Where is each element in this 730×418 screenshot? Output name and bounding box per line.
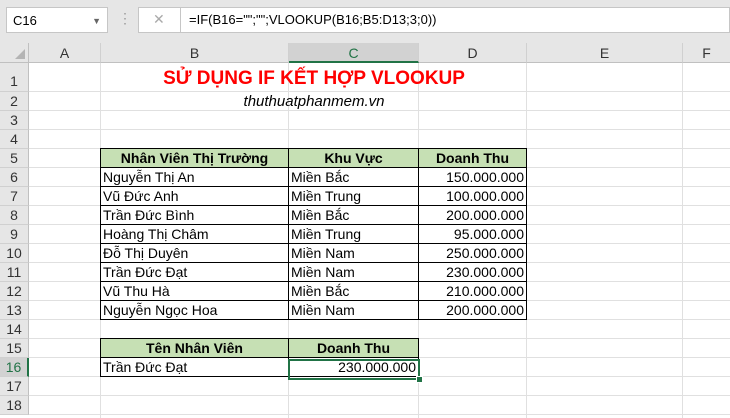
row-header-5[interactable]: 5 — [0, 149, 29, 168]
row-header-10[interactable]: 10 — [0, 244, 29, 263]
row-header-6[interactable]: 6 — [0, 168, 29, 187]
row-header-12[interactable]: 12 — [0, 282, 29, 301]
row-header-1[interactable]: 1 — [0, 63, 29, 92]
cancel-icon[interactable]: ✕ — [153, 11, 165, 28]
lookup-input-cell[interactable]: Trần Đức Đạt — [100, 357, 289, 377]
table-cell[interactable]: Nguyễn Thị An — [100, 167, 289, 187]
row-header-8[interactable]: 8 — [0, 206, 29, 225]
table-cell[interactable]: 210.000.000 — [418, 281, 527, 301]
table-cell[interactable]: 100.000.000 — [418, 186, 527, 206]
sheet-subtitle[interactable]: thuthuatphanmem.vn — [101, 92, 527, 111]
table-cell[interactable]: Vũ Đức Anh — [100, 186, 289, 206]
table-cell[interactable]: Vũ Thu Hà — [100, 281, 289, 301]
chevron-down-icon[interactable]: ▼ — [92, 8, 101, 34]
sheet-title[interactable]: SỬ DỤNG IF KẾT HỢP VLOOKUP — [101, 63, 527, 92]
table-header-cell[interactable]: Nhân Viên Thị Trường — [100, 148, 289, 168]
row-header-18[interactable]: 18 — [0, 396, 29, 415]
row-header-2[interactable]: 2 — [0, 92, 29, 111]
table-cell[interactable]: Nguyễn Ngọc Hoa — [100, 300, 289, 320]
column-header-E[interactable]: E — [527, 43, 683, 63]
row-header-16[interactable]: 16 — [0, 358, 29, 377]
gridline — [29, 129, 730, 130]
table-cell[interactable]: Miền Nam — [288, 243, 419, 263]
table-cell[interactable]: 250.000.000 — [418, 243, 527, 263]
lookup-header-cell[interactable]: Doanh Thu — [288, 338, 419, 358]
active-cell-selection[interactable] — [288, 359, 420, 380]
row-header-17[interactable]: 17 — [0, 377, 29, 396]
table-header-cell[interactable]: Khu Vực — [288, 148, 419, 168]
row-header-4[interactable]: 4 — [0, 130, 29, 149]
table-cell[interactable]: Miền Bắc — [288, 167, 419, 187]
row-header-7[interactable]: 7 — [0, 187, 29, 206]
column-header-A[interactable]: A — [29, 43, 101, 63]
row-header-15[interactable]: 15 — [0, 339, 29, 358]
row-header-9[interactable]: 9 — [0, 225, 29, 244]
table-cell[interactable]: Trần Đức Bình — [100, 205, 289, 225]
table-cell[interactable]: Miền Bắc — [288, 205, 419, 225]
name-box[interactable]: C16 ▼ — [6, 7, 108, 33]
column-header-D[interactable]: D — [419, 43, 527, 63]
table-cell[interactable]: 200.000.000 — [418, 300, 527, 320]
table-cell[interactable]: Miền Trung — [288, 224, 419, 244]
fill-handle[interactable] — [416, 376, 423, 383]
gridline — [29, 414, 730, 415]
table-cell[interactable]: 230.000.000 — [418, 262, 527, 282]
row-header-13[interactable]: 13 — [0, 301, 29, 320]
gridline — [682, 63, 683, 418]
table-cell[interactable]: 200.000.000 — [418, 205, 527, 225]
row-header-14[interactable]: 14 — [0, 320, 29, 339]
column-header-F[interactable]: F — [683, 43, 730, 63]
table-cell[interactable]: Hoàng Thị Châm — [100, 224, 289, 244]
drag-handle-icon[interactable]: ⋮ — [118, 10, 132, 27]
row-header-3[interactable]: 3 — [0, 111, 29, 130]
table-cell[interactable]: Miền Bắc — [288, 281, 419, 301]
row-header-11[interactable]: 11 — [0, 263, 29, 282]
table-cell[interactable]: 95.000.000 — [418, 224, 527, 244]
formula-input[interactable]: =IF(B16="";"";VLOOKUP(B16;B5:D13;3;0)) — [180, 7, 730, 33]
table-cell[interactable]: Miền Trung — [288, 186, 419, 206]
table-cell[interactable]: Đỗ Thị Duyên — [100, 243, 289, 263]
table-cell[interactable]: Trần Đức Đạt — [100, 262, 289, 282]
gridline — [29, 395, 730, 396]
column-header-B[interactable]: B — [101, 43, 289, 63]
table-cell[interactable]: Miền Nam — [288, 262, 419, 282]
table-cell[interactable]: 150.000.000 — [418, 167, 527, 187]
select-all-button[interactable] — [0, 43, 29, 63]
name-box-value: C16 — [13, 13, 37, 28]
formula-bar: C16▼ ⋮ ✕ ✓ fx =IF(B16="";"";VLOOKUP(B16;… — [0, 0, 730, 44]
lookup-header-cell[interactable]: Tên Nhân Viên — [100, 338, 289, 358]
column-header-C[interactable]: C — [289, 43, 419, 63]
table-header-cell[interactable]: Doanh Thu — [418, 148, 527, 168]
table-cell[interactable]: Miền Nam — [288, 300, 419, 320]
